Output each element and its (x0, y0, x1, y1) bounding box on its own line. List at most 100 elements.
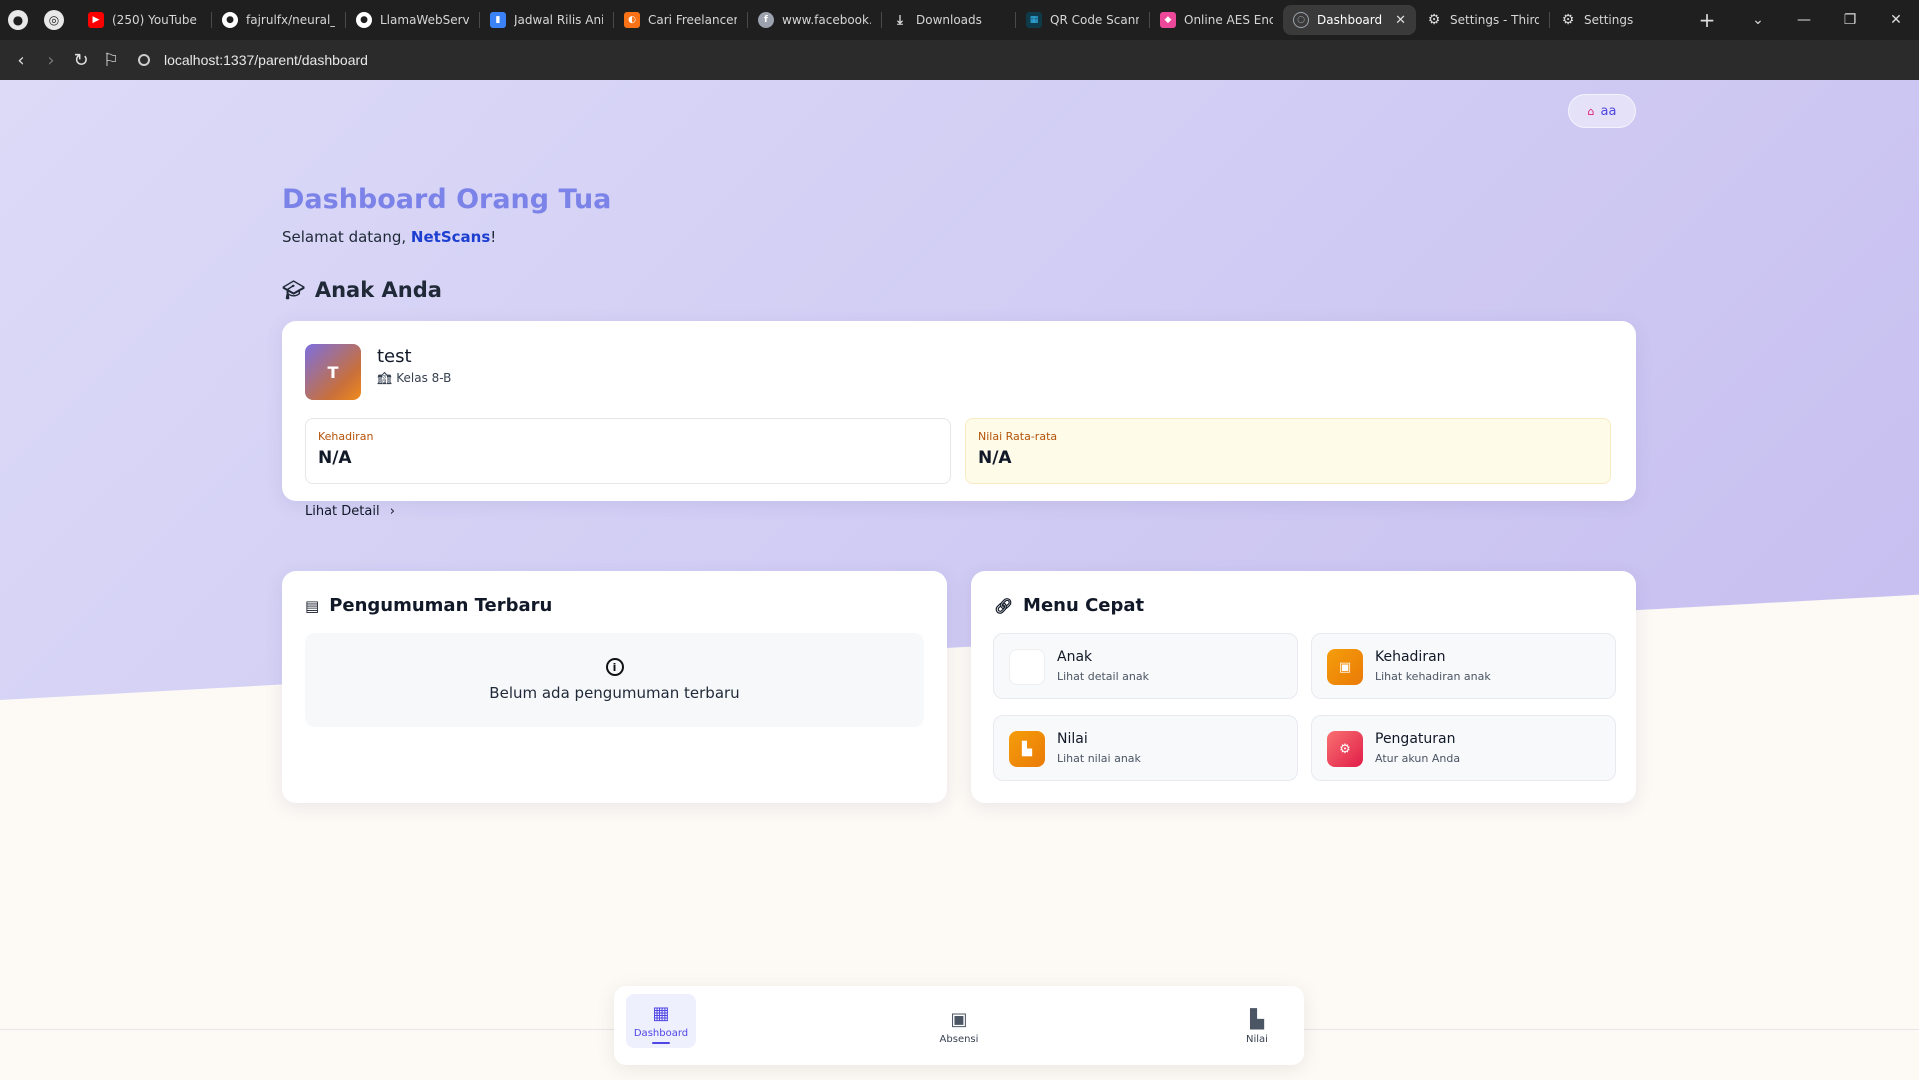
nav-nilai[interactable]: ▙ Nilai (1222, 1000, 1292, 1054)
nav-label: Dashboard (633, 1028, 689, 1039)
tab-label: Downloads (916, 13, 982, 27)
tab-label: Cari Freelancer I (648, 13, 737, 27)
quick-menu-item-subtitle: Lihat detail anak (1057, 670, 1149, 683)
window-controls: ⌄ — ❐ ✕ (1735, 0, 1919, 40)
quick-menu-title: Menu Cepat (1023, 595, 1145, 616)
download-icon: ⤓ (897, 12, 903, 28)
tab-freelancer[interactable]: ◐ Cari Freelancer I (614, 5, 747, 35)
github-icon: ● (8, 10, 28, 30)
quick-menu-item-subtitle: Atur akun Anda (1375, 752, 1461, 765)
children-heading: Anak Anda (314, 278, 442, 302)
url-text: localhost:1337/parent/dashboard (164, 52, 368, 68)
tab-youtube[interactable]: ▶ (250) YouTube (78, 5, 211, 35)
nav-dashboard[interactable]: ▦ Dashboard (626, 994, 696, 1048)
empty-message: Belum ada pengumuman terbaru (489, 684, 740, 702)
quick-menu-item-anak[interactable]: Anak Lihat detail anak (993, 633, 1298, 699)
bar-chart-icon: ▙ (1009, 731, 1045, 767)
dashboard-tab-icon: ○ (1293, 12, 1309, 28)
tab-facebook[interactable]: f www.facebook.c (748, 5, 881, 35)
url-field[interactable]: localhost:1337/parent/dashboard (138, 52, 368, 68)
average-grade-stat: Nilai Rata-rata N/A (965, 418, 1611, 484)
welcome-suffix: ! (490, 228, 497, 246)
child-class-label: Kelas 8-B (396, 371, 452, 385)
tab-label: Dashboard (1317, 13, 1383, 27)
attendance-value: N/A (318, 448, 352, 468)
pinned-tab-github[interactable]: ● (0, 0, 36, 40)
page-viewport: ⌂ aa Dashboard Orang Tua Selamat datang,… (0, 80, 1919, 1080)
nav-label: Nilai (1246, 1034, 1268, 1045)
chatgpt-icon: ◎ (44, 10, 64, 30)
nav-absensi[interactable]: ▣ Absensi (924, 1000, 994, 1054)
view-detail-link[interactable]: Lihat Detail › (305, 504, 395, 519)
attendance-label: Kehadiran (318, 430, 374, 443)
quick-menu-item-title: Anak (1057, 649, 1093, 665)
chevron-right-icon: › (389, 504, 395, 519)
tab-settings[interactable]: ⚙ Settings (1550, 5, 1683, 35)
tab-label: www.facebook.c (782, 13, 871, 27)
children-section-title: 🎓︎ Anak Anda (282, 278, 442, 302)
announcements-empty-state: i Belum ada pengumuman terbaru (305, 633, 924, 727)
tab-github-llama[interactable]: ● LlamaWebServe (346, 5, 479, 35)
restore-button[interactable]: ❐ (1827, 0, 1873, 40)
github-icon: ● (356, 12, 372, 28)
average-grade-label: Nilai Rata-rata (978, 430, 1058, 443)
quick-menu-card: 🔗︎ Menu Cepat Anak Lihat detail anak ▣ K… (971, 571, 1636, 803)
gear-icon: ⚙ (1327, 731, 1363, 767)
tab-aes[interactable]: ◆ Online AES Enc (1150, 5, 1283, 35)
tab-downloads[interactable]: ⤓ Downloads (882, 5, 1015, 35)
bookmark-icon: ▮ (490, 12, 506, 28)
browser-tab-bar: ● ◎ ▶ (250) YouTube ● fajrulfx/neural_n ● L… (0, 0, 1919, 40)
back-button[interactable]: ‹ (6, 45, 36, 75)
tab-qr[interactable]: ▦ QR Code Scann (1016, 5, 1149, 35)
calendar-check-icon: ▣ (1327, 649, 1363, 685)
view-detail-label: Lihat Detail (305, 504, 380, 519)
link-icon: 🔗︎ (994, 596, 1014, 615)
calendar-check-icon: ▣ (950, 1009, 968, 1030)
welcome-username: NetScans (410, 228, 491, 246)
tab-label: Jadwal Rilis Anin (514, 13, 603, 27)
quick-menu-item-nilai[interactable]: ▙ Nilai Lihat nilai anak (993, 715, 1298, 781)
tab-label: QR Code Scann (1050, 13, 1139, 27)
close-tab-icon[interactable]: ✕ (1395, 13, 1406, 28)
user-menu-button[interactable]: ⌂ aa (1568, 94, 1636, 128)
tab-dashboard[interactable]: ○ Dashboard ✕ (1283, 5, 1416, 35)
tab-label: Settings - Third (1450, 13, 1539, 27)
child-name: test (377, 346, 412, 367)
tab-settings-third[interactable]: ⚙ Settings - Third (1416, 5, 1549, 35)
info-icon: i (605, 658, 624, 676)
close-window-button[interactable]: ✕ (1873, 0, 1919, 40)
welcome-prefix: Selamat datang, (282, 228, 411, 246)
child-card: T test 🏫︎ Kelas 8-B Kehadiran N/A Nilai … (282, 321, 1636, 519)
quick-menu-item-pengaturan[interactable]: ⚙ Pengaturan Atur akun Anda (1311, 715, 1616, 781)
minimize-button[interactable]: — (1781, 0, 1827, 40)
attendance-stat: Kehadiran N/A (305, 418, 951, 484)
child-class: 🏫︎ Kelas 8-B (377, 371, 451, 385)
welcome-text: Selamat datang, NetScans! (282, 228, 496, 246)
tab-label: Settings (1584, 13, 1634, 27)
gear-icon: ⚙ (1561, 12, 1575, 28)
dashboard-icon: ▦ (652, 1003, 670, 1024)
child-icon (1009, 649, 1045, 685)
forward-button[interactable]: › (36, 45, 66, 75)
quick-menu-item-subtitle: Lihat nilai anak (1057, 752, 1141, 765)
tab-github-neural[interactable]: ● fajrulfx/neural_n (212, 5, 345, 35)
tab-search-icon[interactable]: ⌄ (1735, 0, 1781, 40)
quick-menu-item-kehadiran[interactable]: ▣ Kehadiran Lihat kehadiran anak (1311, 633, 1616, 699)
reload-button[interactable]: ↻ (66, 45, 96, 75)
address-bar-row: ‹ › ↻ ⚐ localhost:1337/parent/dashboard … (0, 40, 1919, 109)
school-icon: 🏫︎ (377, 371, 393, 385)
bar-chart-icon: ▙ (1250, 1009, 1264, 1030)
bookmark-button[interactable]: ⚐ (96, 45, 126, 75)
bottom-navigation: ▦ Dashboard ▣ Absensi ▙ Nilai (614, 986, 1304, 1065)
freelancer-icon: ◐ (624, 12, 640, 28)
graduation-cap-icon: 🎓︎ (282, 279, 305, 301)
quick-menu-item-title: Nilai (1057, 731, 1088, 747)
quick-menu-item-subtitle: Lihat kehadiran anak (1375, 670, 1491, 683)
site-info-icon[interactable] (138, 54, 150, 66)
new-tab-button[interactable]: + (1689, 8, 1725, 32)
tab-jadwal[interactable]: ▮ Jadwal Rilis Anin (480, 5, 613, 35)
tab-strip: ▶ (250) YouTube ● fajrulfx/neural_n ● Llama… (78, 0, 1725, 40)
tab-label: (250) YouTube (112, 13, 197, 27)
pinned-tab-chatgpt[interactable]: ◎ (36, 0, 72, 40)
announcements-title: Pengumuman Terbaru (329, 595, 553, 616)
